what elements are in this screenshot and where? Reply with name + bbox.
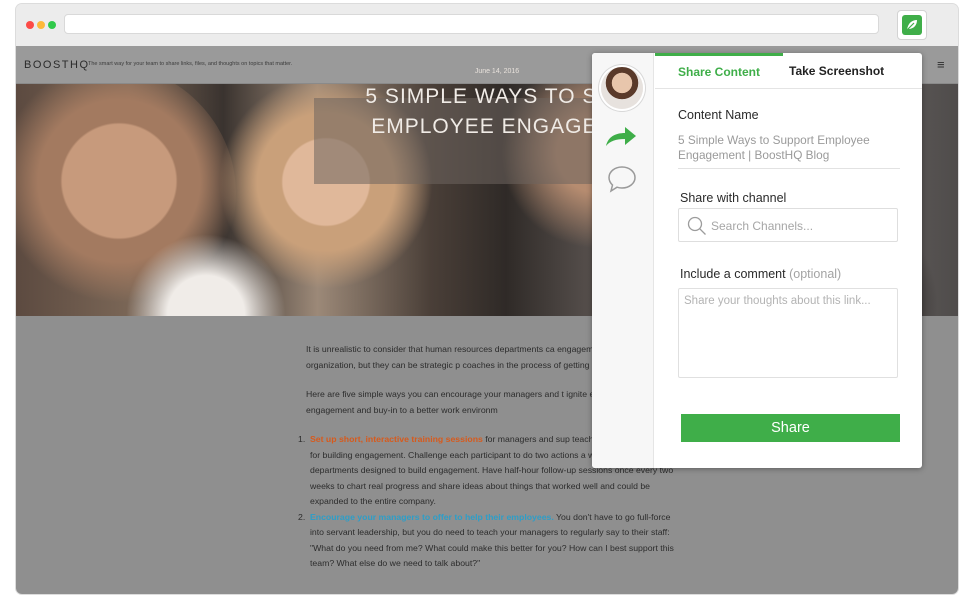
channel-label: Share with channel [680, 191, 787, 205]
comment-label-text: Include a comment [680, 267, 786, 281]
content-name-value[interactable]: 5 Simple Ways to Support Employee Engage… [678, 133, 900, 169]
hamburger-icon[interactable]: ≡ [937, 57, 945, 72]
tab-share-content[interactable]: Share Content [655, 53, 783, 89]
maximize-window-button[interactable] [48, 21, 56, 29]
channel-search-box[interactable] [678, 208, 898, 242]
browser-toolbar [16, 4, 958, 46]
list-item: 2. Encourage your managers to offer to he… [298, 510, 676, 572]
share-button[interactable]: Share [681, 414, 900, 442]
comment-bubble-icon[interactable] [607, 165, 637, 198]
comment-label: Include a comment (optional) [680, 267, 841, 281]
close-window-button[interactable] [26, 21, 34, 29]
list-number: 2. [298, 511, 306, 522]
search-icon [687, 216, 707, 241]
address-bar[interactable] [64, 14, 879, 34]
site-tagline: The smart way for your team to share lin… [88, 61, 293, 67]
minimize-window-button[interactable] [37, 21, 45, 29]
tab-take-screenshot[interactable]: Take Screenshot [789, 56, 899, 89]
site-logo[interactable]: BOOSTHQ [24, 59, 90, 71]
panel-tabs: Share Content Take Screenshot [655, 53, 922, 89]
help-employees-link[interactable]: Encourage your managers to offer to help… [310, 512, 554, 522]
training-sessions-link[interactable]: Set up short, interactive training sessi… [310, 434, 483, 444]
leaf-icon [902, 15, 922, 35]
channel-search-input[interactable] [711, 217, 889, 234]
content-name-label: Content Name [678, 108, 759, 122]
list-number: 1. [298, 434, 306, 444]
share-panel: Share Content Take Screenshot Content Na… [592, 53, 922, 468]
comment-optional-text: (optional) [789, 267, 842, 281]
share-arrow-icon[interactable] [604, 125, 638, 154]
boosthq-extension-button[interactable] [897, 10, 927, 40]
comment-textarea[interactable] [678, 288, 898, 378]
avatar[interactable] [601, 67, 643, 109]
panel-sidebar [592, 53, 654, 468]
